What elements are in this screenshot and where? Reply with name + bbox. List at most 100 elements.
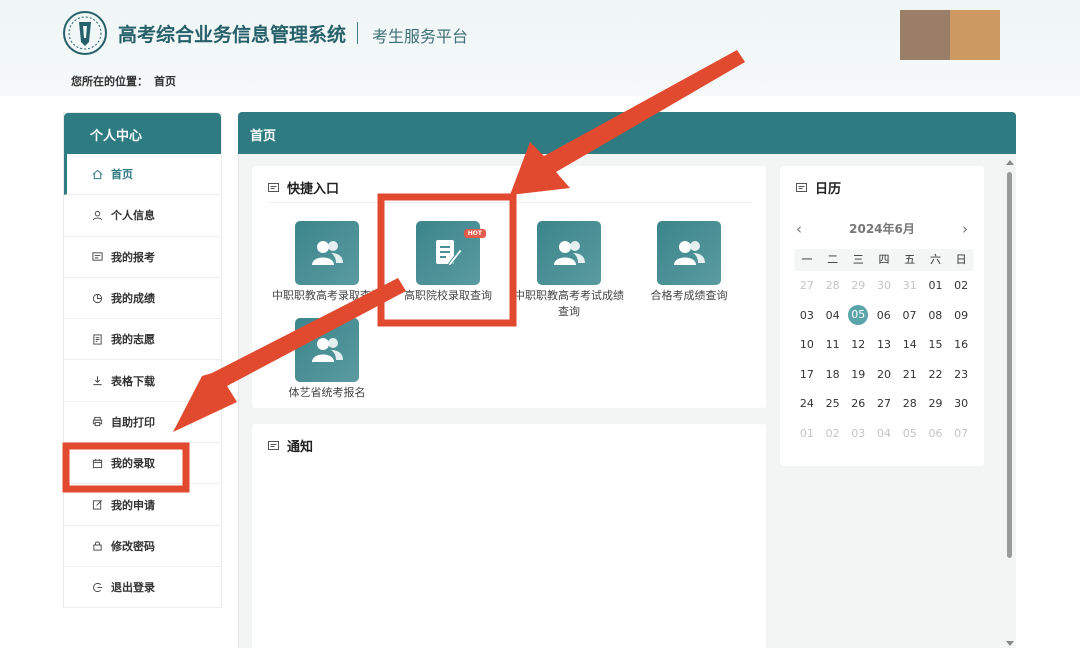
sidebar-item-admission[interactable]: 我的录取	[64, 443, 221, 485]
sidebar-item-registration[interactable]: 我的报考	[64, 237, 221, 278]
printer-icon	[92, 417, 103, 427]
sidebar-item-logout[interactable]: 退出登录	[64, 567, 221, 609]
calendar-day[interactable]: 05	[897, 427, 923, 440]
calendar-day[interactable]: 25	[820, 397, 846, 410]
chevron-right-icon[interactable]: ›	[962, 220, 968, 238]
quick-entry-vocational-admission[interactable]: 中职职教高考录取查询	[272, 221, 382, 304]
calendar-day[interactable]: 29	[845, 279, 871, 292]
calendar-grid: 一 二 三 四 五 六 日 27 28 29 30 31 01 02 03 04…	[794, 249, 974, 448]
calendar-day[interactable]: 03	[845, 427, 871, 440]
weekday: 五	[904, 253, 916, 266]
weekday: 一	[801, 253, 813, 266]
download-icon	[93, 376, 102, 386]
logout-icon	[93, 582, 103, 592]
calendar-day[interactable]: 17	[794, 368, 820, 381]
calendar-panel: 日历 ‹ 2024年6月 › 一 二 三 四 五 六 日 27 28 29 30…	[780, 166, 984, 466]
system-title: 高考综合业务信息管理系统	[118, 24, 347, 46]
calendar-day[interactable]: 30	[871, 279, 897, 292]
calendar-day[interactable]: 28	[820, 279, 846, 292]
calendar-day[interactable]: 10	[794, 338, 820, 351]
breadcrumb-current[interactable]: 首页	[154, 75, 176, 88]
sidebar-item-label: 修改密码	[111, 539, 155, 553]
calendar-day[interactable]: 12	[845, 338, 871, 351]
calendar-day[interactable]: 20	[871, 368, 897, 381]
sidebar-item-change-password[interactable]: 修改密码	[64, 526, 221, 567]
calendar-day[interactable]: 18	[820, 368, 846, 381]
sidebar: 个人中心 首页 个人信息 我的报考 我的成绩 我的志愿 表格下载 自助打印 我的…	[63, 112, 222, 609]
calendar-day[interactable]: 02	[948, 279, 974, 292]
weekday-header: 一 二 三 四 五 六 日	[794, 249, 974, 271]
calendar-month: 2024年6月	[849, 222, 915, 236]
calendar-day[interactable]: 13	[871, 338, 897, 351]
register-icon	[92, 252, 103, 261]
sidebar-item-profile[interactable]: 个人信息	[64, 195, 221, 237]
edit-icon	[92, 500, 102, 510]
calendar-day[interactable]: 11	[820, 338, 846, 351]
calendar-day[interactable]: 08	[922, 309, 948, 322]
sidebar-item-label: 个人信息	[111, 209, 155, 223]
calendar-day[interactable]: 26	[845, 397, 871, 410]
calendar-day[interactable]: 21	[897, 368, 923, 381]
calendar-day[interactable]: 27	[871, 397, 897, 410]
breadcrumb: 您所在的位置： 首页	[71, 73, 176, 89]
main-scrollbar[interactable]	[1005, 160, 1014, 646]
calendar-day[interactable]: 23	[948, 368, 974, 381]
sidebar-item-home[interactable]: 首页	[64, 154, 221, 196]
quick-entry-qualification-scores[interactable]: 合格考成绩查询	[634, 221, 744, 304]
scroll-thumb[interactable]	[1007, 172, 1012, 558]
users-icon	[312, 338, 343, 362]
calendar-day[interactable]: 07	[948, 427, 974, 440]
users-icon	[312, 241, 343, 265]
calendar-day[interactable]: 06	[923, 427, 949, 440]
calendar-icon	[92, 458, 103, 468]
sidebar-item-applications[interactable]: 我的申请	[64, 484, 221, 526]
calendar-day[interactable]: 27	[794, 279, 820, 292]
calendar-day[interactable]: 28	[897, 397, 923, 410]
calendar-day[interactable]: 01	[923, 279, 949, 292]
calendar-day[interactable]: 04	[871, 427, 897, 440]
weekday: 三	[852, 253, 864, 266]
calendar-week: 17 18 19 20 21 22 23	[794, 360, 974, 390]
calendar-day[interactable]: 02	[820, 427, 846, 440]
calendar-day[interactable]: 19	[845, 368, 871, 381]
quick-entry-college-admission[interactable]: HOT 高职院校录取查询	[393, 221, 503, 304]
calendar-day[interactable]: 24	[794, 397, 820, 410]
calendar-day[interactable]: 03	[794, 309, 820, 322]
message-icon	[796, 182, 807, 192]
lock-icon	[93, 541, 102, 551]
sidebar-item-label: 我的成绩	[111, 292, 155, 306]
sidebar-item-print[interactable]: 自助打印	[64, 402, 221, 444]
calendar-day[interactable]: 14	[897, 338, 923, 351]
avatar[interactable]	[900, 10, 1000, 60]
calendar-day[interactable]: 07	[897, 309, 923, 322]
calendar-week: 27 28 29 30 31 01 02	[794, 271, 974, 301]
main-title: 首页	[238, 112, 1016, 154]
quick-entry-arts-registration[interactable]: 体艺省统考报名	[272, 318, 382, 401]
calendar-day[interactable]: 16	[948, 338, 974, 351]
quick-entry-panel: 快捷入口 中职职教高考录取查询 HOT 高职院校录取查询 中职职教高考考试成绩查…	[252, 166, 766, 408]
users-icon	[674, 241, 705, 265]
calendar-day[interactable]: 06	[871, 309, 897, 322]
sidebar-item-downloads[interactable]: 表格下载	[64, 360, 221, 402]
scroll-down-icon[interactable]	[1006, 641, 1014, 646]
calendar-day[interactable]: 31	[897, 279, 923, 292]
sidebar-item-scores[interactable]: 我的成绩	[64, 278, 221, 320]
sidebar-title: 个人中心	[64, 113, 221, 154]
calendar-day[interactable]: 29	[923, 397, 949, 410]
quick-entry-label: 体艺省统考报名	[288, 386, 366, 399]
calendar-day[interactable]: 22	[923, 368, 949, 381]
calendar-day[interactable]: 09	[948, 309, 974, 322]
calendar-day[interactable]: 01	[794, 427, 820, 440]
calendar-day-today[interactable]: 05	[848, 305, 869, 326]
chevron-left-icon[interactable]: ‹	[796, 220, 802, 238]
calendar-day[interactable]: 04	[820, 309, 846, 322]
home-icon	[92, 169, 103, 179]
notice-title: 通知	[268, 436, 313, 455]
sidebar-item-label: 我的报考	[111, 250, 155, 264]
sidebar-item-label: 首页	[111, 168, 133, 182]
quick-entry-vocational-scores[interactable]: 中职职教高考考试成绩查询	[514, 221, 624, 320]
calendar-day[interactable]: 15	[923, 338, 949, 351]
scroll-up-icon[interactable]	[1006, 160, 1014, 165]
sidebar-item-choices[interactable]: 我的志愿	[64, 319, 221, 361]
calendar-day[interactable]: 30	[948, 397, 974, 410]
